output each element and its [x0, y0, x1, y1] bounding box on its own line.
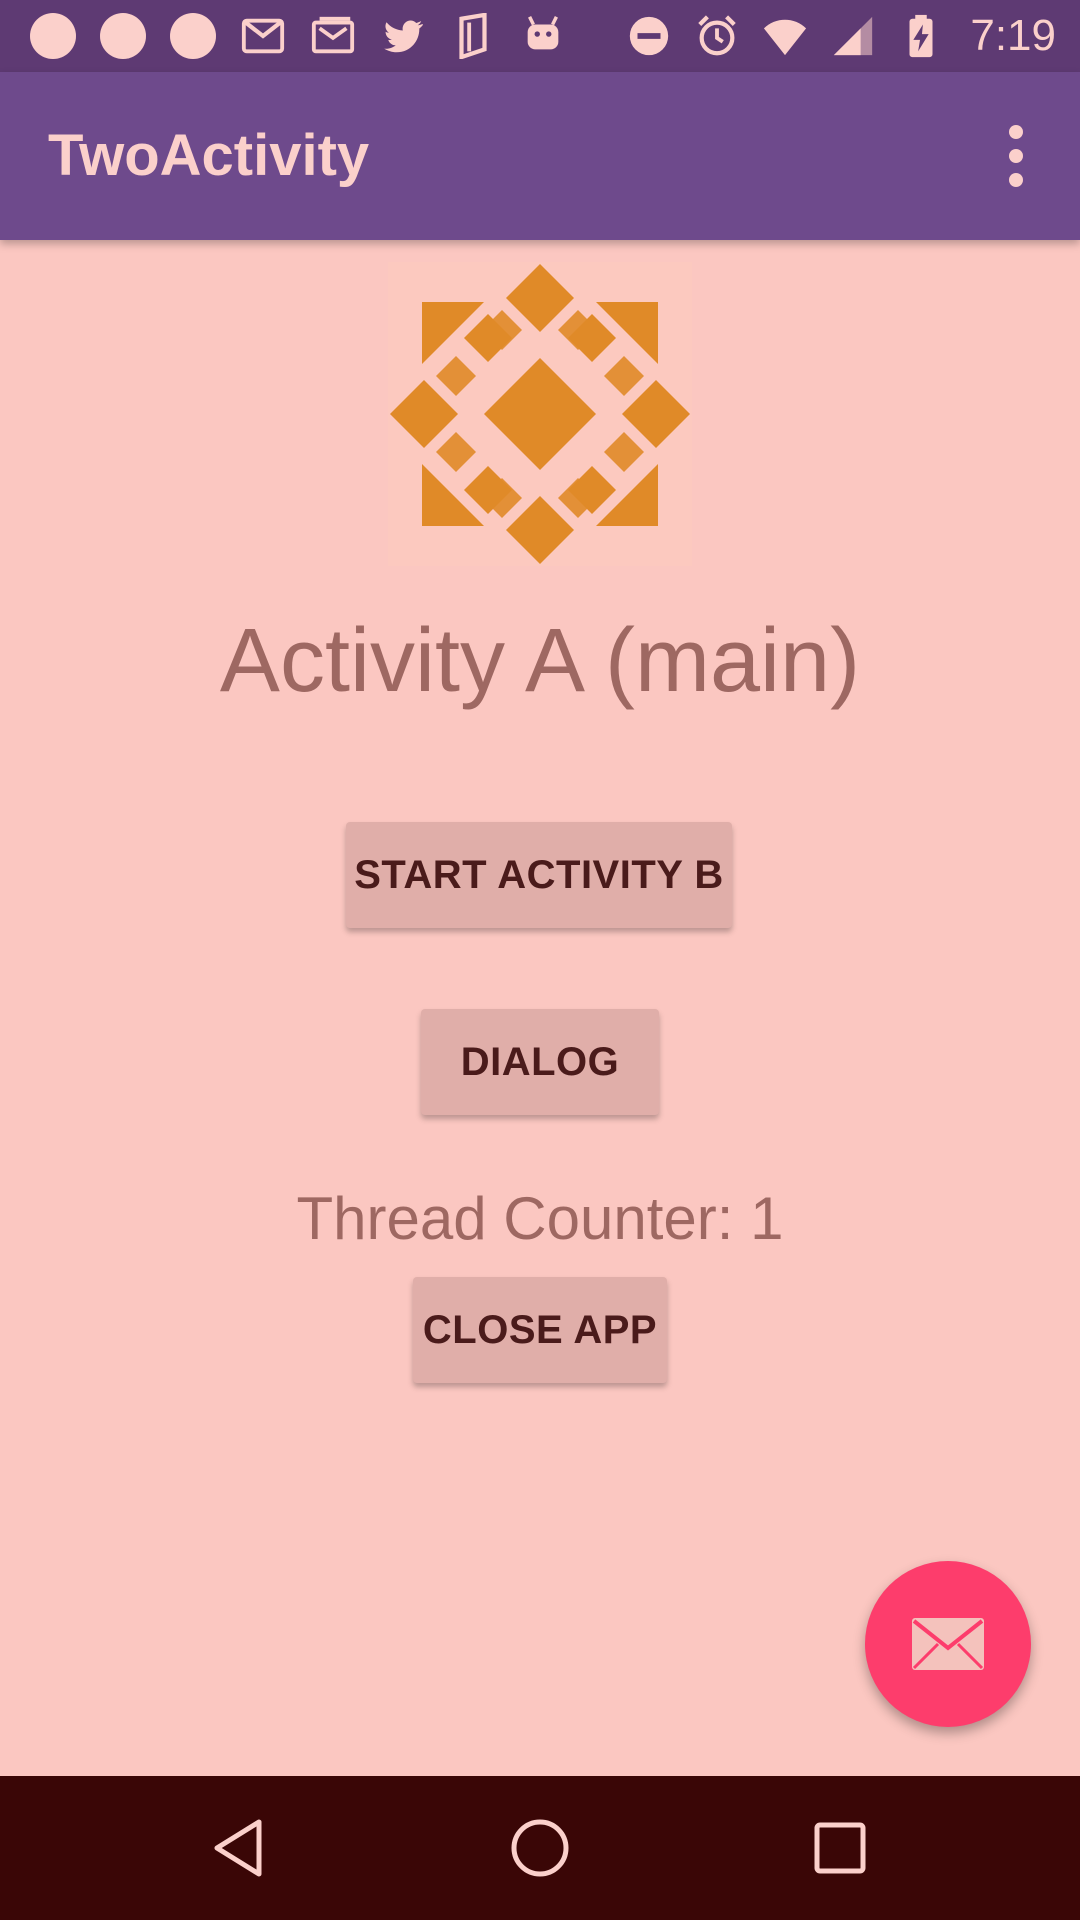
notification-dot-icon — [170, 13, 216, 59]
dialog-button[interactable]: DIALOG — [421, 1009, 659, 1115]
app-logo — [388, 262, 692, 566]
android-icon — [520, 13, 566, 59]
notification-dot-icon — [30, 13, 76, 59]
activity-title: Activity A (main) — [219, 611, 861, 711]
app-title: TwoActivity — [48, 123, 370, 188]
cell-signal-icon — [830, 13, 876, 59]
battery-charging-icon — [898, 13, 944, 59]
navigation-bar — [0, 1776, 1080, 1920]
home-circle-icon — [511, 1819, 569, 1877]
mail-icon — [912, 1618, 984, 1670]
alarm-icon — [694, 13, 740, 59]
do-not-disturb-icon — [626, 13, 672, 59]
recents-button[interactable] — [795, 1803, 885, 1893]
recents-square-icon — [814, 1822, 866, 1874]
notification-icons — [30, 0, 566, 72]
flag-icon — [450, 13, 496, 59]
more-options-button[interactable] — [978, 118, 1054, 194]
photo-mail-icon — [310, 13, 356, 59]
system-icons: 7:19 — [626, 0, 1056, 72]
app-bar: TwoActivity — [0, 72, 1080, 240]
home-button[interactable] — [495, 1803, 585, 1893]
more-vert-icon — [1009, 125, 1023, 139]
start-activity-b-button[interactable]: START ACTIVITY B — [346, 822, 732, 928]
gmail-icon — [240, 13, 286, 59]
close-app-button[interactable]: CLOSE APP — [413, 1277, 667, 1383]
mail-fab-button[interactable] — [865, 1561, 1031, 1727]
notification-dot-icon — [100, 13, 146, 59]
back-triangle-icon — [214, 1819, 262, 1877]
back-button[interactable] — [196, 1803, 286, 1893]
thread-counter-text: Thread Counter: 1 — [296, 1185, 784, 1252]
geometric-diamond-logo — [390, 264, 690, 564]
status-bar: 7:19 — [0, 0, 1080, 72]
clock-time: 7:19 — [970, 11, 1056, 60]
twitter-icon — [380, 13, 426, 59]
wifi-icon — [762, 13, 808, 59]
